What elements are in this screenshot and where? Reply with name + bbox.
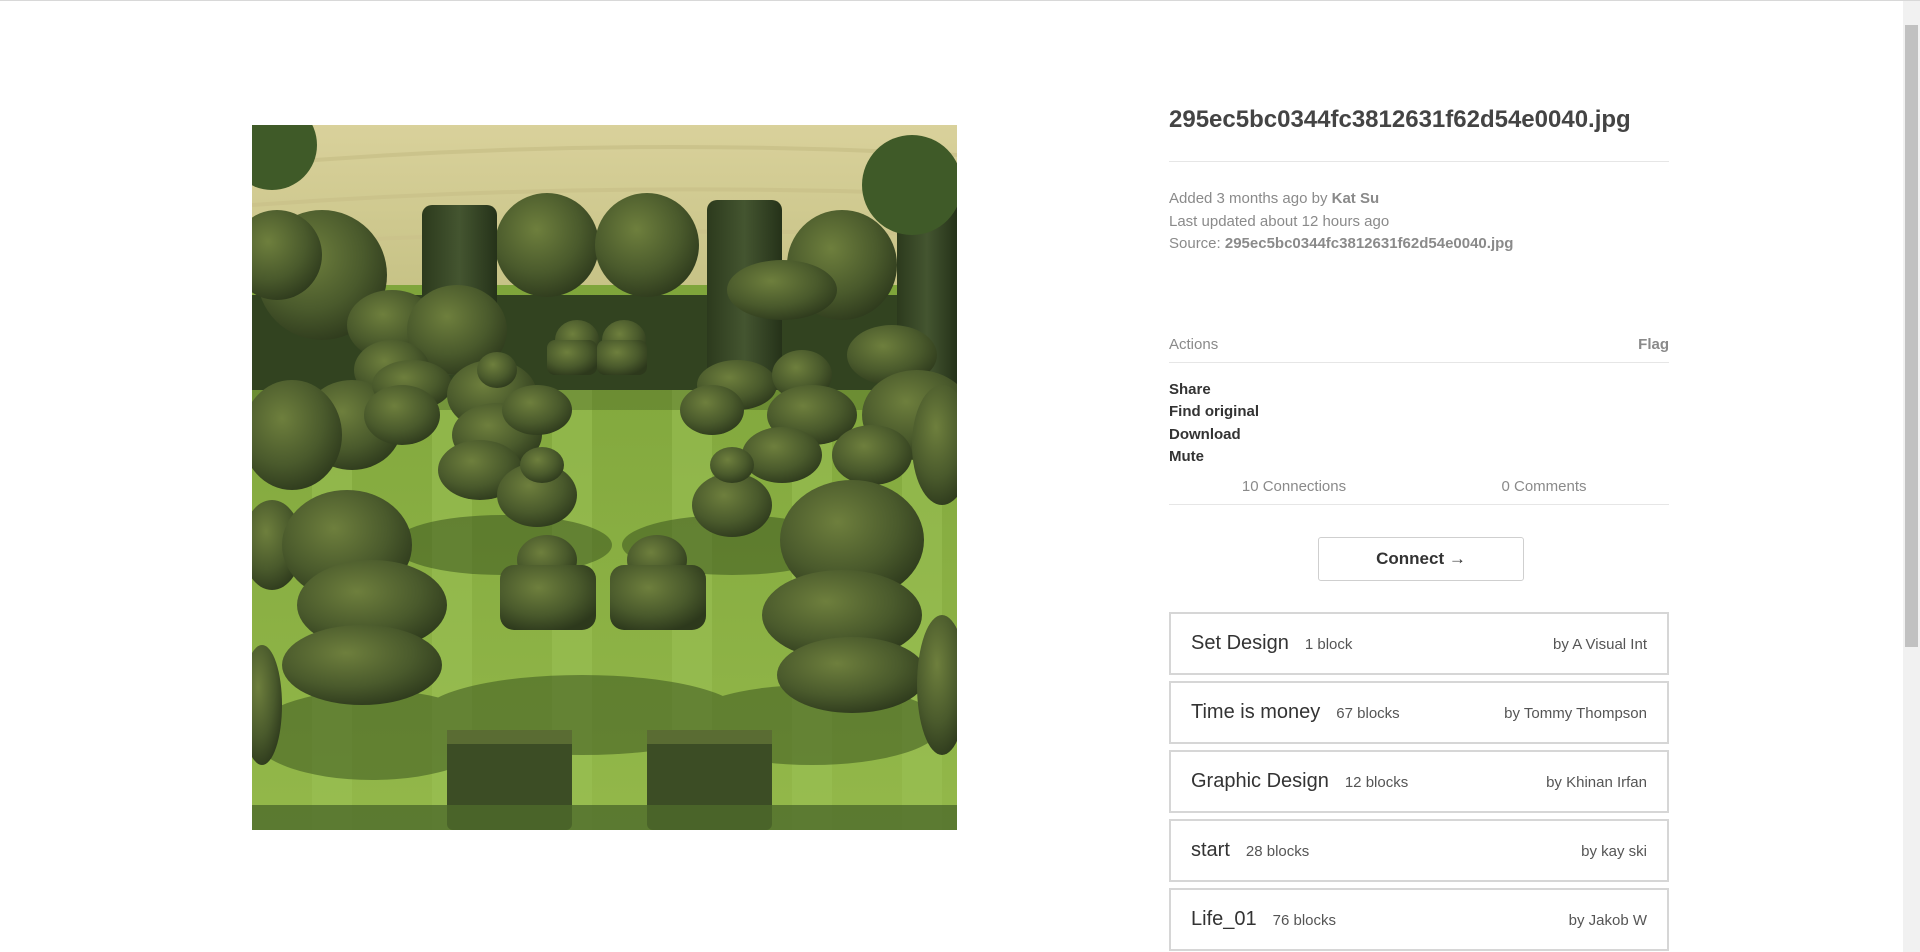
- channel-item[interactable]: start 28 blocks by kay ski: [1169, 818, 1669, 882]
- channel-owner: by Jakob W: [1568, 911, 1647, 929]
- action-list: Share Find original Download Mute: [1169, 379, 1669, 469]
- channel-item[interactable]: Time is money 67 blocks by Tommy Thompso…: [1169, 680, 1669, 744]
- source-line: Source: 295ec5bc0344fc3812631f62d54e0040…: [1169, 233, 1669, 256]
- connection-tabs: 10 Connections 0 Comments: [1169, 478, 1669, 505]
- actions-label: Actions: [1169, 335, 1219, 353]
- channel-owner: by A Visual Int: [1553, 635, 1647, 653]
- page-scrollbar[interactable]: [1903, 1, 1920, 952]
- channel-count: 1 block: [1304, 635, 1353, 653]
- channel-item[interactable]: Graphic Design 12 blocks by Khinan Irfan: [1169, 749, 1669, 813]
- channel-name: Life_01: [1191, 907, 1257, 930]
- added-line: Added 3 months ago by Kat Su: [1169, 188, 1669, 211]
- channel-name: Set Design: [1191, 631, 1289, 654]
- channel-count: 12 blocks: [1344, 773, 1409, 791]
- added-by-link[interactable]: Kat Su: [1332, 190, 1380, 207]
- added-text: Added 3 months ago by: [1169, 190, 1332, 207]
- channel-name: Graphic Design: [1191, 769, 1329, 792]
- channel-count: 67 blocks: [1336, 704, 1400, 722]
- block-metadata: 295ec5bc0344fc3812631f62d54e0040.jpg Add…: [1169, 105, 1669, 952]
- flag-button[interactable]: Flag: [1638, 336, 1669, 353]
- channel-count: 28 blocks: [1245, 842, 1310, 860]
- channel-owner: by Tommy Thompson: [1504, 704, 1647, 722]
- share-action[interactable]: Share: [1169, 379, 1669, 402]
- channel-name: Time is money: [1191, 700, 1321, 723]
- block-title: 295ec5bc0344fc3812631f62d54e0040.jpg: [1169, 106, 1631, 133]
- source-label: Source:: [1169, 235, 1225, 252]
- channel-item[interactable]: Set Design 1 block by A Visual Int: [1169, 611, 1669, 675]
- block-page: 295ec5bc0344fc3812631f62d54e0040.jpg Add…: [0, 0, 1920, 952]
- channel-owner: by kay ski: [1581, 842, 1647, 860]
- actions-header: Actions Flag: [1169, 336, 1669, 363]
- mute-action[interactable]: Mute: [1169, 446, 1669, 469]
- channel-owner: by Khinan Irfan: [1546, 773, 1647, 791]
- connect-button[interactable]: Connect →: [1318, 536, 1524, 581]
- source-link[interactable]: 295ec5bc0344fc3812631f62d54e0040.jpg: [1225, 235, 1514, 252]
- channel-name: start: [1191, 838, 1230, 861]
- channel-item[interactable]: Life_01 76 blocks by Jakob W: [1169, 887, 1669, 951]
- tab-comments[interactable]: 0 Comments: [1419, 478, 1669, 495]
- channel-list: Set Design 1 block by A Visual Int Time …: [1169, 611, 1669, 951]
- channel-count: 76 blocks: [1272, 911, 1336, 929]
- download-action[interactable]: Download: [1169, 424, 1669, 447]
- tab-connections[interactable]: 10 Connections: [1169, 478, 1419, 495]
- connect-row: Connect →: [1169, 536, 1669, 581]
- block-image[interactable]: [252, 125, 957, 830]
- topiary-garden-image: [252, 125, 957, 830]
- block-info: Added 3 months ago by Kat Su Last update…: [1169, 188, 1669, 256]
- updated-line: Last updated about 12 hours ago: [1169, 212, 1390, 230]
- find-original-action[interactable]: Find original: [1169, 401, 1669, 424]
- title-divider: [1169, 161, 1669, 162]
- scrollbar-thumb[interactable]: [1905, 25, 1918, 647]
